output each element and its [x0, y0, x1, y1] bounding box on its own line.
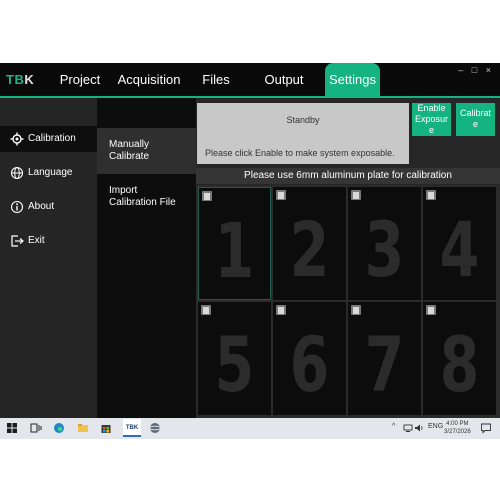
status-box: Standby Please click Enable to make syst…: [197, 103, 409, 164]
settings-sidebar: Calibration Language About Exit: [0, 98, 97, 418]
plate-number: 6: [289, 320, 330, 409]
gear-icon: [10, 132, 24, 146]
notification-icon[interactable]: [480, 422, 492, 434]
store-icon[interactable]: [100, 422, 112, 434]
windows-taskbar: TBK ^ ENG 4:00 PM 3/27/2026: [0, 418, 500, 439]
plate-number: 8: [439, 320, 480, 409]
tab-acquisition[interactable]: Acquisition: [112, 63, 186, 96]
chevron-up-icon[interactable]: ^: [392, 423, 395, 430]
submenu-item-label: Import Calibration File: [109, 185, 176, 208]
button-label-line: Enable: [417, 103, 446, 113]
sidebar-item-label: Language: [28, 167, 73, 178]
volume-icon[interactable]: [414, 423, 424, 433]
task-view-icon[interactable]: [30, 422, 42, 434]
plate-number: 3: [364, 205, 405, 294]
edge-browser-icon[interactable]: [53, 422, 65, 434]
clock-time: 4:00 PM: [446, 421, 469, 427]
sidebar-item-label: Calibration: [28, 133, 76, 144]
input-language-indicator[interactable]: ENG: [428, 423, 443, 430]
enable-exposure-button[interactable]: Enable Exposur e: [412, 103, 451, 136]
clock-date: 3/27/2026: [444, 429, 471, 435]
taskbar-clock[interactable]: 4:00 PM 3/27/2026: [444, 420, 471, 436]
trash-icon[interactable]: [276, 305, 286, 315]
plate-cell-8[interactable]: 8: [423, 302, 496, 415]
plate-number: 4: [439, 205, 480, 294]
tab-settings[interactable]: Settings: [325, 63, 380, 96]
sidebar-item-about[interactable]: About: [0, 194, 97, 220]
status-message: Please click Enable to make system expos…: [205, 148, 395, 158]
submenu-item-label: Manually Calibrate: [109, 139, 150, 162]
network-icon[interactable]: [403, 423, 413, 433]
satellite-app-icon[interactable]: [149, 422, 161, 434]
plate-grid: 1 2 3 4 5 6 7 8: [196, 185, 500, 418]
submenu-item-import-calibration-file[interactable]: Import Calibration File: [97, 174, 196, 220]
status-title: Standby: [286, 115, 320, 125]
plate-number: 1: [214, 206, 255, 295]
file-explorer-icon[interactable]: [77, 422, 89, 434]
plate-cell-5[interactable]: 5: [198, 302, 271, 415]
tab-files[interactable]: Files: [190, 63, 242, 96]
plate-number: 2: [289, 205, 330, 294]
calibrate-button[interactable]: Calibrat e: [456, 103, 495, 136]
trash-icon[interactable]: [351, 190, 361, 200]
calibration-hint: Please use 6mm aluminum plate for calibr…: [196, 168, 500, 184]
submenu-item-manually-calibrate[interactable]: Manually Calibrate: [97, 128, 196, 174]
sidebar-item-label: Exit: [28, 235, 45, 246]
app-window: TBK Project Acquisition Files Output Set…: [0, 63, 500, 418]
trash-icon[interactable]: [426, 305, 436, 315]
plate-cell-3[interactable]: 3: [348, 187, 421, 300]
app-logo: TBK: [6, 72, 35, 87]
sidebar-item-label: About: [28, 201, 55, 212]
plate-cell-2[interactable]: 2: [273, 187, 346, 300]
trash-icon[interactable]: [276, 190, 286, 200]
trash-icon[interactable]: [202, 191, 212, 201]
trash-icon[interactable]: [351, 305, 361, 315]
info-icon: [10, 200, 24, 214]
calibration-submenu: Manually Calibrate Import Calibration Fi…: [97, 98, 196, 418]
trash-icon[interactable]: [426, 190, 436, 200]
trash-icon[interactable]: [201, 305, 211, 315]
title-bar: TBK Project Acquisition Files Output Set…: [0, 63, 500, 96]
plate-cell-7[interactable]: 7: [348, 302, 421, 415]
windows-start-icon[interactable]: [6, 422, 18, 434]
calibration-panel: Standby Please click Enable to make syst…: [196, 98, 500, 418]
button-label-line: Calibrat: [459, 108, 491, 118]
plate-number: 5: [214, 320, 255, 409]
exit-icon: [11, 235, 24, 247]
plate-cell-4[interactable]: 4: [423, 187, 496, 300]
plate-cell-6[interactable]: 6: [273, 302, 346, 415]
sidebar-item-calibration[interactable]: Calibration: [0, 126, 97, 152]
window-controls[interactable]: – □ ×: [458, 65, 494, 75]
sidebar-item-exit[interactable]: Exit: [0, 228, 97, 254]
tab-output[interactable]: Output: [252, 63, 316, 96]
button-label-line: e: [472, 119, 478, 129]
button-label-line: e: [428, 125, 434, 135]
globe-icon: [10, 166, 24, 180]
plate-cell-1[interactable]: 1: [198, 187, 271, 300]
plate-number: 7: [364, 320, 405, 409]
sidebar-item-language[interactable]: Language: [0, 160, 97, 186]
tab-project[interactable]: Project: [50, 63, 110, 96]
tbk-app-taskbar-icon[interactable]: TBK: [123, 419, 141, 437]
button-label-line: Exposur: [414, 114, 449, 124]
